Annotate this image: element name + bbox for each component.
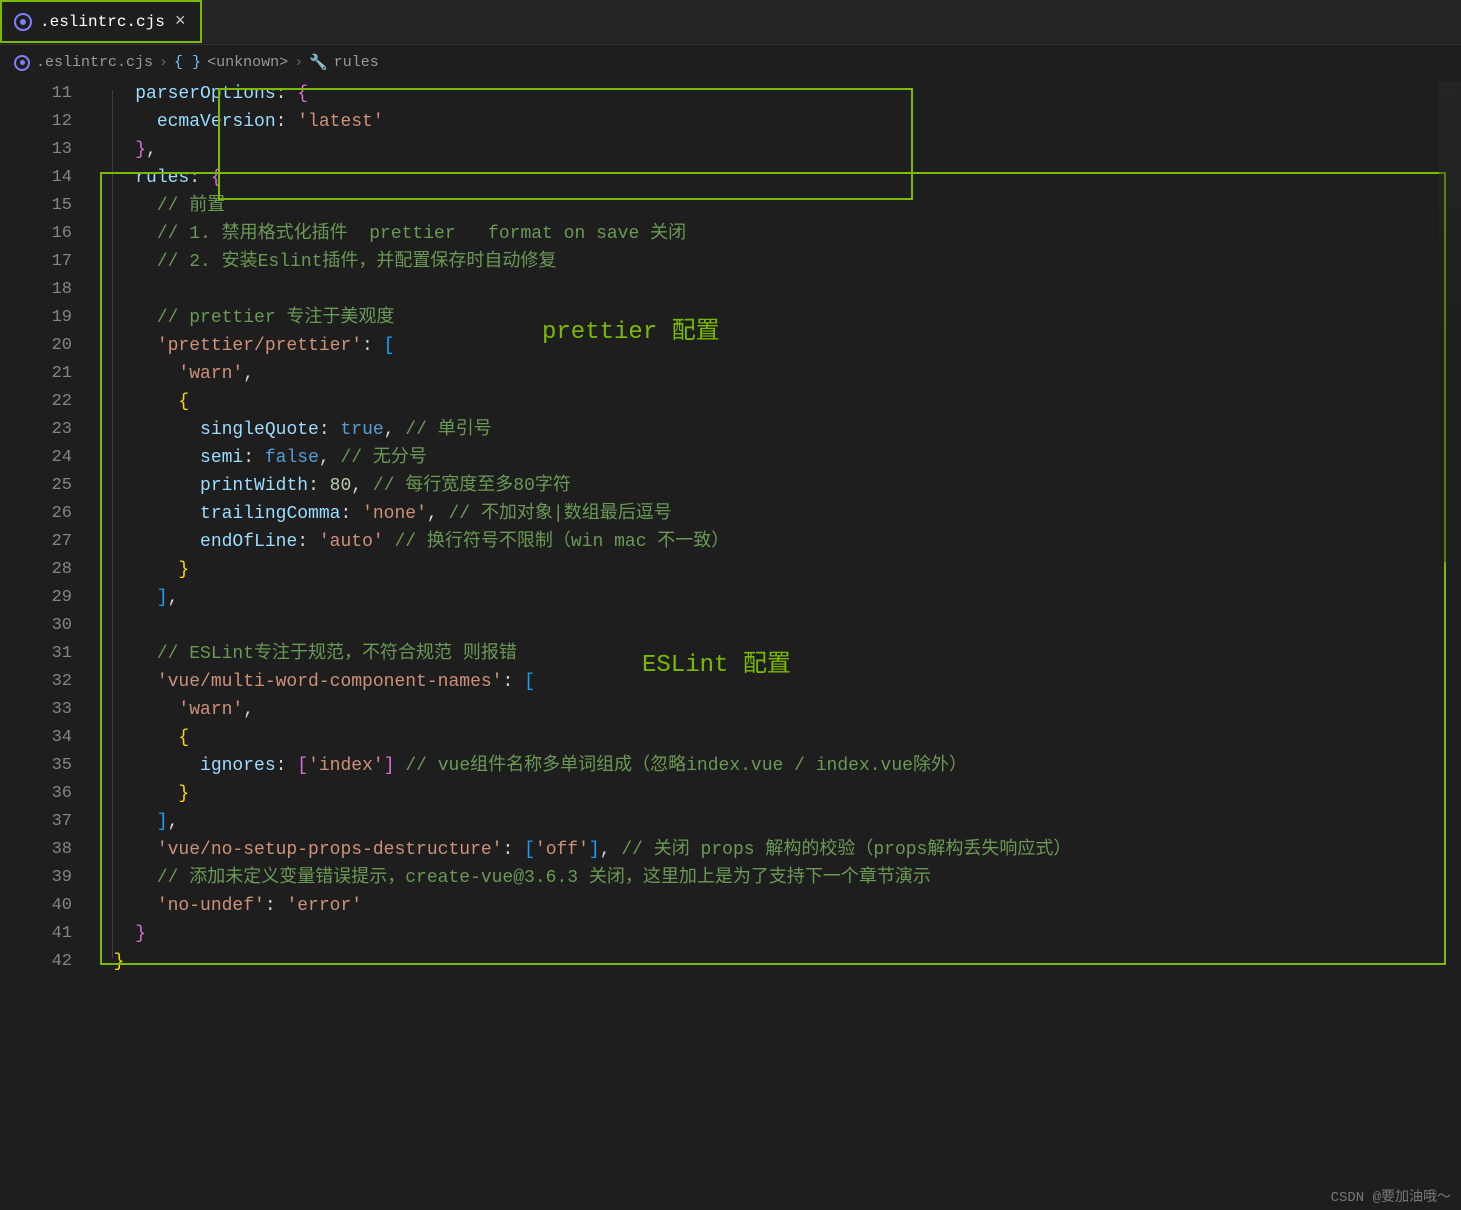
tab-active[interactable]: .eslintrc.cjs ×: [0, 0, 202, 43]
code-line[interactable]: [92, 276, 1461, 304]
line-number: 11: [0, 80, 72, 108]
eslint-icon: [14, 55, 30, 71]
line-number: 37: [0, 808, 72, 836]
line-number: 12: [0, 108, 72, 136]
code-area[interactable]: parserOptions: { ecmaVersion: 'latest' }…: [92, 80, 1461, 1210]
code-line[interactable]: }: [92, 556, 1461, 584]
line-number: 16: [0, 220, 72, 248]
line-number: 36: [0, 780, 72, 808]
code-line[interactable]: 'warn',: [92, 696, 1461, 724]
line-number: 19: [0, 304, 72, 332]
line-number-gutter: 1112131415161718192021222324252627282930…: [0, 80, 92, 1210]
code-line[interactable]: endOfLine: 'auto' // 换行符号不限制（win mac 不一致…: [92, 528, 1461, 556]
line-number: 38: [0, 836, 72, 864]
line-number: 40: [0, 892, 72, 920]
breadcrumb-file[interactable]: .eslintrc.cjs: [36, 54, 153, 71]
eslint-icon: [14, 13, 32, 31]
code-line[interactable]: // 前置: [92, 192, 1461, 220]
code-line[interactable]: 'vue/no-setup-props-destructure': ['off'…: [92, 836, 1461, 864]
line-number: 23: [0, 416, 72, 444]
code-line[interactable]: },: [92, 136, 1461, 164]
code-line[interactable]: ],: [92, 584, 1461, 612]
code-line[interactable]: {: [92, 388, 1461, 416]
line-number: 31: [0, 640, 72, 668]
tab-bar: .eslintrc.cjs ×: [0, 0, 1461, 44]
wrench-icon: 🔧: [309, 53, 328, 72]
editor[interactable]: 1112131415161718192021222324252627282930…: [0, 80, 1461, 1210]
code-line[interactable]: ignores: ['index'] // vue组件名称多单词组成（忽略ind…: [92, 752, 1461, 780]
close-icon[interactable]: ×: [173, 12, 188, 32]
code-line[interactable]: {: [92, 724, 1461, 752]
line-number: 28: [0, 556, 72, 584]
indent-guide: [112, 90, 113, 958]
line-number: 34: [0, 724, 72, 752]
line-number: 41: [0, 920, 72, 948]
line-number: 21: [0, 360, 72, 388]
chevron-right-icon: ›: [159, 54, 168, 71]
code-line[interactable]: // 添加未定义变量错误提示，create-vue@3.6.3 关闭，这里加上是…: [92, 864, 1461, 892]
code-line[interactable]: [92, 612, 1461, 640]
line-number: 42: [0, 948, 72, 976]
code-line[interactable]: trailingComma: 'none', // 不加对象|数组最后逗号: [92, 500, 1461, 528]
line-number: 26: [0, 500, 72, 528]
code-line[interactable]: }: [92, 948, 1461, 976]
code-line[interactable]: rules: {: [92, 164, 1461, 192]
line-number: 25: [0, 472, 72, 500]
line-number: 35: [0, 752, 72, 780]
code-line[interactable]: // prettier 专注于美观度: [92, 304, 1461, 332]
line-number: 24: [0, 444, 72, 472]
line-number: 15: [0, 192, 72, 220]
code-line[interactable]: 'no-undef': 'error': [92, 892, 1461, 920]
code-line[interactable]: ],: [92, 808, 1461, 836]
line-number: 33: [0, 696, 72, 724]
code-line[interactable]: 'vue/multi-word-component-names': [: [92, 668, 1461, 696]
line-number: 18: [0, 276, 72, 304]
line-number: 32: [0, 668, 72, 696]
code-line[interactable]: printWidth: 80, // 每行宽度至多80字符: [92, 472, 1461, 500]
breadcrumb-node[interactable]: rules: [334, 54, 379, 71]
line-number: 20: [0, 332, 72, 360]
line-number: 13: [0, 136, 72, 164]
line-number: 39: [0, 864, 72, 892]
line-number: 30: [0, 612, 72, 640]
breadcrumb-node[interactable]: <unknown>: [207, 54, 288, 71]
code-line[interactable]: 'prettier/prettier': [: [92, 332, 1461, 360]
code-line[interactable]: }: [92, 920, 1461, 948]
code-line[interactable]: parserOptions: {: [92, 80, 1461, 108]
braces-icon: { }: [174, 54, 201, 71]
tab-filename: .eslintrc.cjs: [40, 13, 165, 31]
code-line[interactable]: ecmaVersion: 'latest': [92, 108, 1461, 136]
code-line[interactable]: singleQuote: true, // 单引号: [92, 416, 1461, 444]
line-number: 17: [0, 248, 72, 276]
code-line[interactable]: // ESLint专注于规范，不符合规范 则报错: [92, 640, 1461, 668]
code-line[interactable]: // 2. 安装Eslint插件，并配置保存时自动修复: [92, 248, 1461, 276]
line-number: 29: [0, 584, 72, 612]
minimap[interactable]: [1439, 82, 1461, 562]
code-line[interactable]: semi: false, // 无分号: [92, 444, 1461, 472]
chevron-right-icon: ›: [294, 54, 303, 71]
code-line[interactable]: // 1. 禁用格式化插件 prettier format on save 关闭: [92, 220, 1461, 248]
line-number: 14: [0, 164, 72, 192]
watermark: CSDN @要加油哦～: [1331, 1186, 1451, 1206]
breadcrumb[interactable]: .eslintrc.cjs › { } <unknown> › 🔧 rules: [0, 44, 1461, 80]
code-line[interactable]: }: [92, 780, 1461, 808]
line-number: 22: [0, 388, 72, 416]
line-number: 27: [0, 528, 72, 556]
code-line[interactable]: 'warn',: [92, 360, 1461, 388]
